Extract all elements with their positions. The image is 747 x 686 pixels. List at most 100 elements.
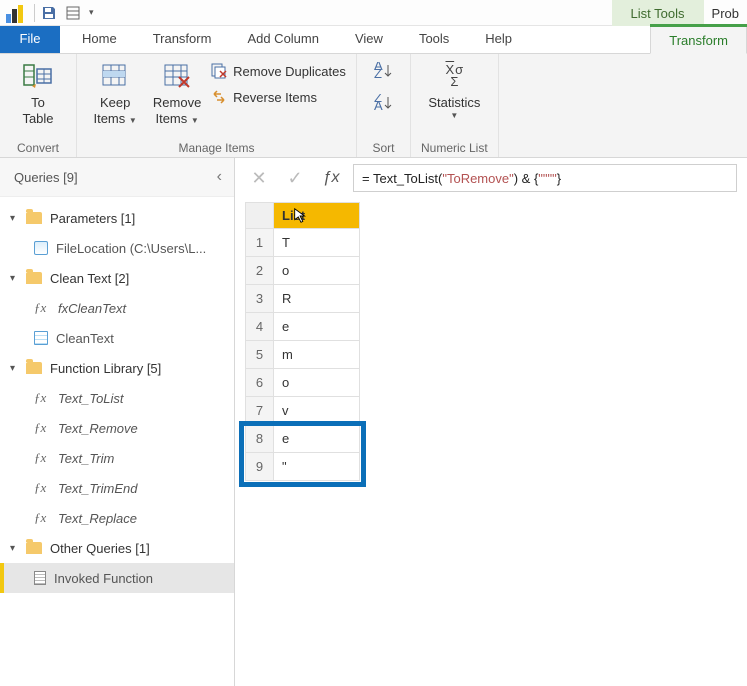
collapse-pane-icon[interactable]: ‹ [217,168,222,186]
table-row[interactable]: 4e [246,313,360,341]
row-number: 6 [246,369,274,397]
svg-text:Z: Z [374,66,382,80]
qat-dropdown-icon[interactable]: ▾ [89,7,94,18]
queries-pane-title: Queries [9] [14,170,78,185]
tree-item-label: Text_Remove [58,421,138,436]
tree-group[interactable]: ▾ Clean Text [2] [0,263,234,293]
list-cell[interactable]: o [274,257,360,285]
list-cell[interactable]: v [274,397,360,425]
remove-duplicates-button[interactable]: Remove Duplicates [211,60,346,82]
list-corner-cell[interactable] [246,203,274,229]
app-icon [6,3,26,23]
sort-asc-button[interactable]: AZ [373,60,395,82]
folder-icon [26,362,42,374]
tab-add-column[interactable]: Add Column [229,25,337,53]
tab-tools[interactable]: Tools [401,25,467,53]
group-label-numeric: Numeric List [421,139,488,155]
tree-group-label: Clean Text [2] [50,271,129,286]
list-cell[interactable]: R [274,285,360,313]
ribbon: To Table Convert Keep Items ▼ Remove Ite… [0,54,747,158]
table-query-icon [34,331,48,345]
tab-list-transform[interactable]: Transform [650,26,747,54]
table-row[interactable]: 9" [246,453,360,481]
list-cell[interactable]: o [274,369,360,397]
statistics-button[interactable]: Xσ Σ Statistics ▼ [421,58,487,120]
table-row[interactable]: 8e [246,425,360,453]
tree-item[interactable]: ƒxText_TrimEnd [0,473,234,503]
tree-item-label: Text_ToList [58,391,124,406]
row-number: 8 [246,425,274,453]
group-label-manage: Manage Items [87,139,346,155]
keep-items-button[interactable]: Keep Items ▼ [87,58,143,126]
fx-icon[interactable]: ƒx [317,164,345,192]
tree-item-label: Invoked Function [54,571,153,586]
row-number: 7 [246,397,274,425]
tab-file[interactable]: File [0,25,60,53]
row-number: 1 [246,229,274,257]
statistics-icon: Xσ Σ [438,60,470,92]
tab-view[interactable]: View [337,25,401,53]
tab-home[interactable]: Home [64,25,135,53]
table-row[interactable]: 7v [246,397,360,425]
list-cell[interactable]: e [274,313,360,341]
fx-item-icon: ƒx [34,510,50,526]
context-tab-group-label: List Tools [612,0,704,26]
tree-group[interactable]: ▾Function Library [5] [0,353,234,383]
list-cell[interactable]: " [274,453,360,481]
tree-group[interactable]: ▾Other Queries [1] [0,533,234,563]
formula-input[interactable]: = Text_ToList("ToRemove") & {""""} [353,164,737,192]
to-table-button[interactable]: To Table [10,58,66,126]
fx-item-icon: ƒx [34,420,50,436]
tab-transform[interactable]: Transform [135,25,230,53]
row-number: 4 [246,313,274,341]
table-row[interactable]: 3R [246,285,360,313]
list-column-header[interactable]: List [274,203,360,229]
tree-item[interactable]: ƒxText_Trim [0,443,234,473]
chevron-down-icon: ▾ [10,273,22,284]
remove-items-button[interactable]: Remove Items ▼ [149,58,205,126]
queries-tree[interactable]: ▾Parameters [1]FileLocation (C:\Users\L.… [0,197,234,599]
sort-desc-button[interactable]: ZA [373,92,395,114]
chevron-down-icon: ▾ [10,363,22,374]
list-cell[interactable]: T [274,229,360,257]
table-row[interactable]: 6o [246,369,360,397]
list-cell[interactable]: e [274,425,360,453]
ribbon-group-convert: To Table Convert [0,54,77,157]
fx-item-icon: ƒx [34,450,50,466]
tree-group[interactable]: ▾Parameters [1] [0,203,234,233]
tree-item[interactable]: ƒx Text_Replace [0,503,234,533]
tree-item-label: CleanText [56,331,114,346]
tree-item-label: fxCleanText [58,301,126,316]
group-label-sort: Sort [367,139,400,155]
list-cell[interactable]: m [274,341,360,369]
tree-item[interactable]: ƒx fxCleanText [0,293,234,323]
ribbon-group-numeric: Xσ Σ Statistics ▼ Numeric List [411,54,499,157]
tree-item[interactable]: ƒx Text_Remove [0,413,234,443]
accept-formula-icon[interactable]: ✓ [281,164,309,192]
cancel-formula-icon[interactable]: ✕ [245,164,273,192]
to-table-icon [22,60,54,92]
window-title-fragment: Prob [704,6,747,21]
table-row[interactable]: 2o [246,257,360,285]
tab-help[interactable]: Help [467,25,530,53]
table-row[interactable]: 1T [246,229,360,257]
remove-duplicates-icon [211,63,227,79]
row-number: 9 [246,453,274,481]
svg-text:A: A [374,98,383,112]
tree-item[interactable]: FileLocation (C:\Users\L... [0,233,234,263]
table-row[interactable]: 5m [246,341,360,369]
fx-item-icon: ƒx [34,300,50,316]
options-icon[interactable] [61,1,85,25]
editor-area: ✕ ✓ ƒx = Text_ToList("ToRemove") & {""""… [235,158,747,686]
parameter-icon [34,241,48,255]
reverse-items-button[interactable]: Reverse Items [211,86,346,108]
ribbon-group-manage: Keep Items ▼ Remove Items ▼ Remove Dupli… [77,54,357,157]
ribbon-tab-strip: File Home Transform Add Column View Tool… [0,26,747,54]
tree-item[interactable]: CleanText [0,323,234,353]
tree-item-label: Text_Replace [58,511,137,526]
list-result-table[interactable]: List 1T2o3R4e5m6o7v8e9" [245,202,360,481]
tree-item[interactable]: Invoked Function [0,563,234,593]
tree-item[interactable]: ƒxText_ToList [0,383,234,413]
to-table-label1: To [31,95,45,111]
save-icon[interactable] [37,1,61,25]
